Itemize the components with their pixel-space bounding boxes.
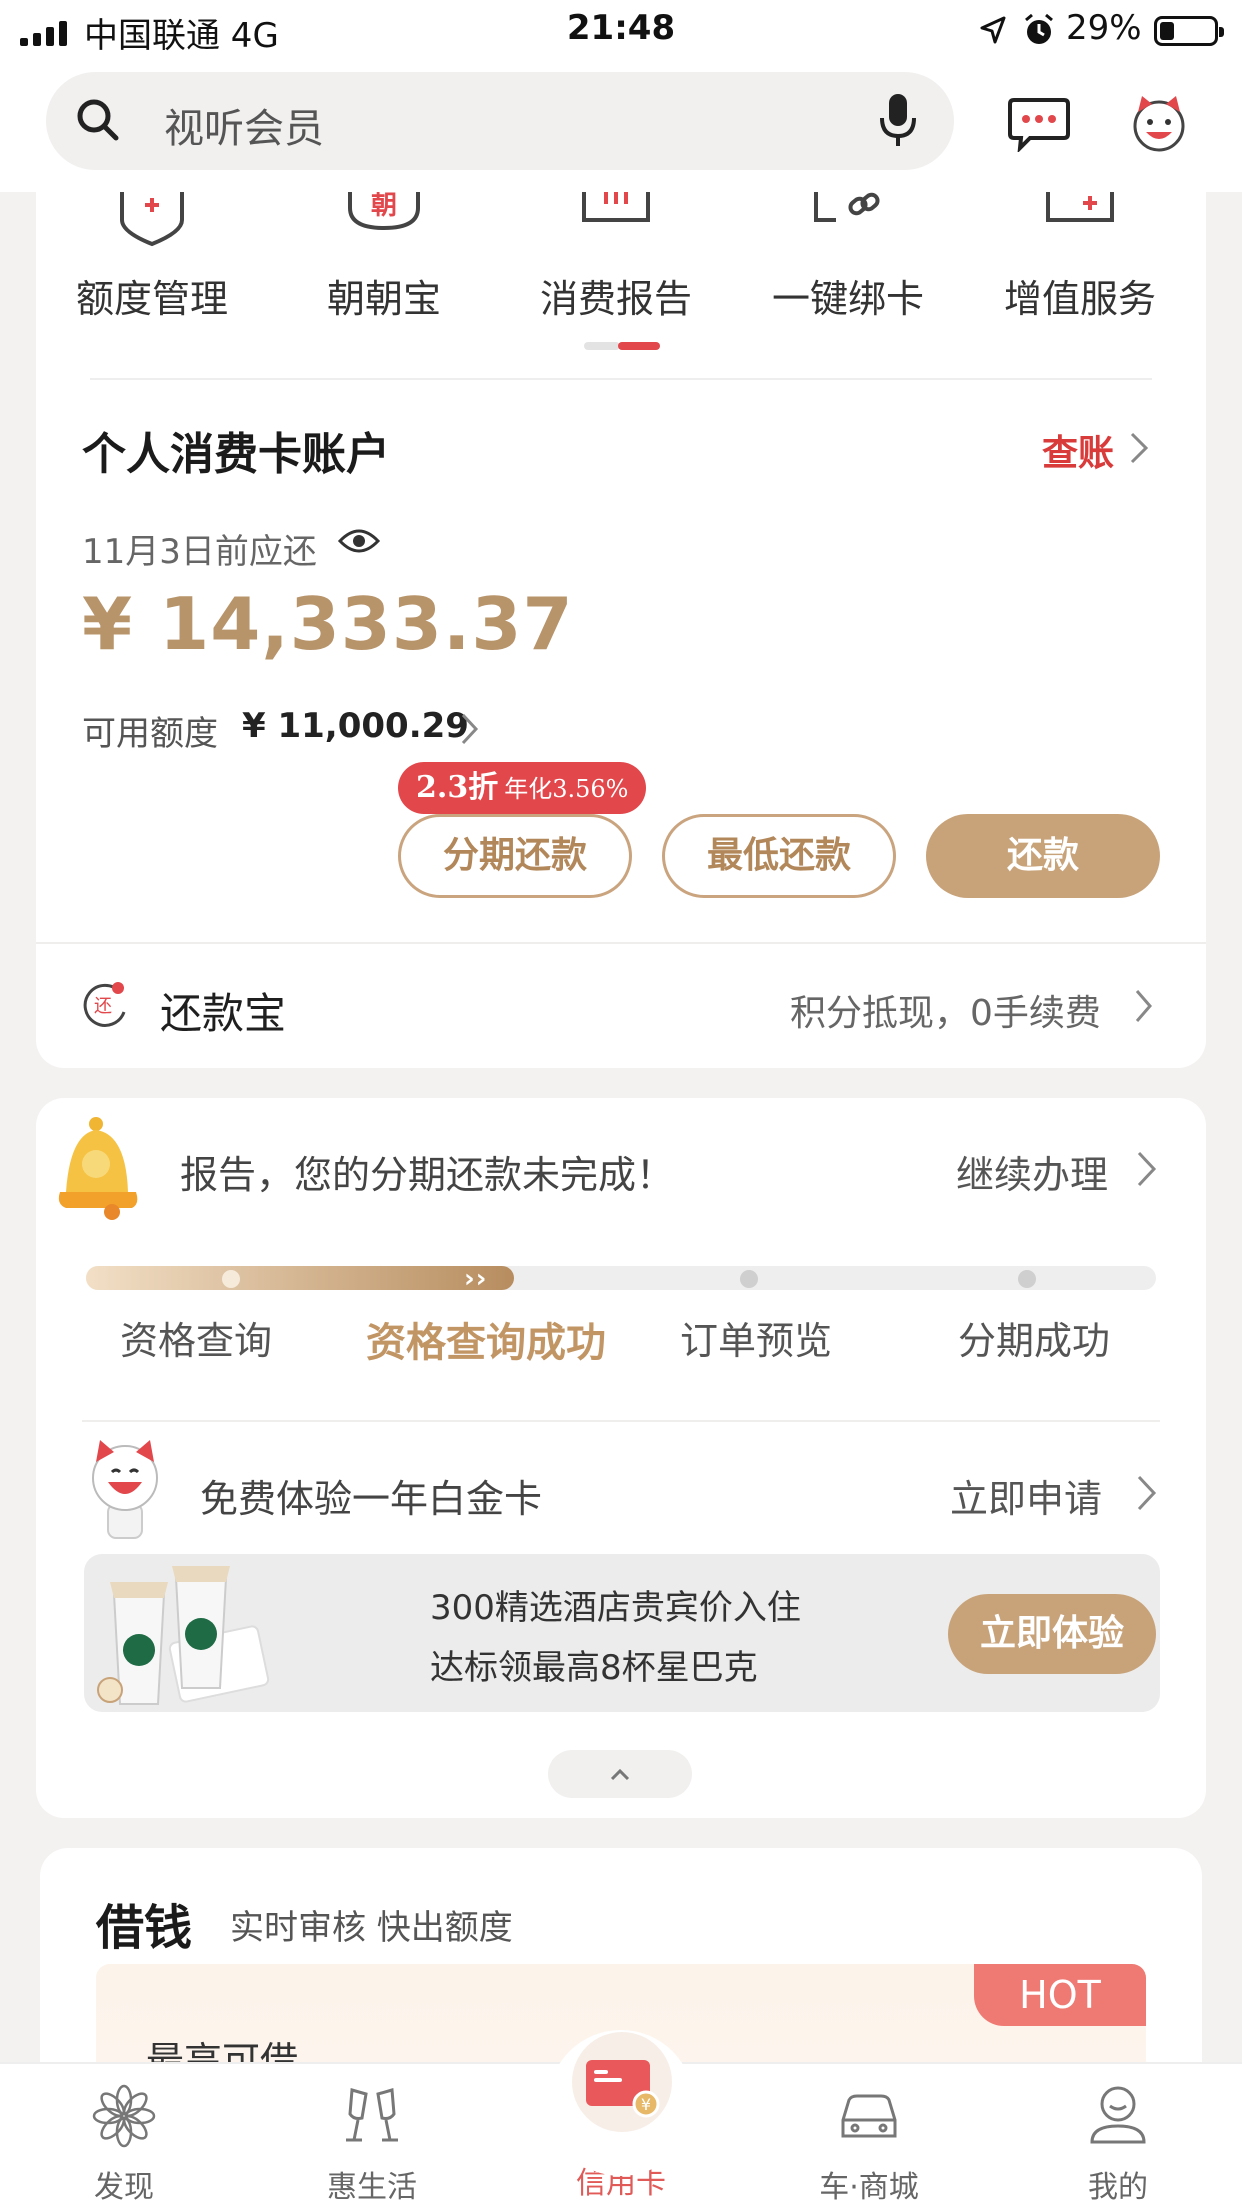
location-arrow-icon [980, 16, 1006, 44]
plus-box-icon [1046, 192, 1114, 222]
battery-percentage: 29% [1066, 8, 1142, 48]
try-now-button[interactable]: 立即体验 [948, 1594, 1156, 1674]
quick-item-label: 朝朝宝 [326, 277, 441, 321]
borrow-subtitle: 实时审核 快出额度 [230, 1908, 513, 1948]
minimum-repay-button[interactable]: 最低还款 [662, 814, 896, 898]
eye-icon[interactable] [338, 526, 380, 556]
car-icon [841, 2094, 897, 2138]
divider [82, 1420, 1160, 1422]
repay-treasure-icon: 还 [83, 982, 126, 1027]
shield-plus-icon [120, 192, 184, 247]
zhao-badge-icon: 朝 [348, 190, 420, 231]
search-icon [77, 99, 119, 141]
tab-label: 车·商城 [819, 2170, 919, 2205]
quick-item-zhaozhaobao[interactable]: 朝 朝朝宝 [268, 190, 500, 323]
repay-treasure-desc[interactable]: 积分抵现，0手续费 [790, 984, 1101, 1036]
step-installment-success: 分期成功 [957, 1319, 1110, 1363]
chevron-right-icon [1130, 432, 1149, 464]
banner-line-1: 300精选酒店贵宾价入住 [430, 1588, 801, 1628]
double-chevron-icon: › › [464, 1264, 487, 1294]
chevron-right-icon [1137, 1475, 1157, 1511]
account-title: 个人消费卡账户 [82, 429, 390, 480]
platinum-card-offer: 免费体验一年白金卡 [200, 1477, 543, 1521]
page-indicator [584, 342, 660, 350]
battery-icon [1154, 16, 1224, 46]
promo-banner[interactable]: 300精选酒店贵宾价入住 达标领最高8杯星巴克 立即体验 [84, 1554, 1160, 1712]
tab-mine[interactable]: 我的 [994, 2064, 1242, 2208]
repay-treasure-title[interactable]: 还款宝 [160, 980, 286, 1041]
hot-badge: HOT [974, 1964, 1146, 2026]
progress-dot [222, 1270, 240, 1288]
chevron-right-icon [461, 713, 479, 745]
continue-link[interactable]: 继续办理 [956, 1144, 1108, 1199]
report-icon [582, 192, 650, 222]
search-placeholder: 视听会员 [164, 106, 324, 152]
quick-item-report[interactable]: 消费报告 [500, 192, 732, 323]
installment-notice: 报告，您的分期还款未完成！ [180, 1153, 675, 1197]
banner-line-2: 达标领最高8杯星巴克 [430, 1648, 758, 1688]
chevron-right-icon [1135, 990, 1152, 1022]
installment-card: 报告，您的分期还款未完成！ 继续办理 › › 资格查询 资格查询成功 订单预览 … [36, 1098, 1206, 1818]
tab-label: 发现 [94, 2170, 154, 2205]
repay-treasure-icon-text: 还 [94, 996, 112, 1017]
coffee-cups-image [97, 1566, 270, 1705]
alarm-icon [1025, 13, 1053, 44]
chevron-right-icon [1137, 1151, 1157, 1187]
zhao-badge-text: 朝 [371, 192, 397, 221]
borrow-title: 借钱 [96, 1900, 193, 1956]
search-bar[interactable]: 视听会员 [46, 72, 954, 170]
microphone-icon[interactable] [876, 90, 920, 150]
message-icon[interactable] [1008, 96, 1070, 152]
step-order-preview: 订单预览 [679, 1319, 832, 1363]
installment-repay-button[interactable]: 分期还款 [398, 814, 632, 898]
cheers-glasses-icon [346, 2088, 398, 2142]
step-qualification-success: 资格查询成功 [366, 1320, 606, 1366]
progress-fill [86, 1266, 514, 1290]
promo-rate: 年化3.56% [504, 775, 629, 803]
due-date-text: 11月3日前应还 [82, 532, 317, 572]
collapse-button[interactable] [548, 1750, 692, 1798]
header: 视听会员 [0, 64, 1242, 192]
divider [90, 378, 1152, 380]
svg-text:¥: ¥ [641, 2095, 651, 2114]
avatar-icon[interactable] [1126, 90, 1192, 156]
tab-car-mall[interactable]: 车·商城 [745, 2064, 993, 2208]
repay-button[interactable]: 还款 [926, 814, 1160, 898]
profile-icon [1090, 2086, 1146, 2144]
status-bar: 中国联通 4G 21:48 29% [0, 0, 1242, 64]
step-qualification: 资格查询 [119, 1319, 272, 1363]
credit-card-icon[interactable]: ¥ [570, 2030, 674, 2134]
quick-item-vas[interactable]: 增值服务 [964, 192, 1196, 323]
chevron-up-icon [610, 1768, 630, 1781]
tab-label: 惠生活 [327, 2170, 417, 2205]
bell-icon [58, 1117, 138, 1220]
progress-dot [1018, 1270, 1036, 1288]
lucky-cat-icon [92, 1440, 158, 1539]
available-credit-label: 可用额度 [82, 714, 218, 754]
promo-badge: 2.3折 年化3.56% [398, 762, 647, 814]
bill-link[interactable]: 查账 [1042, 424, 1114, 476]
quick-item-quota[interactable]: 额度管理 [36, 192, 268, 323]
quick-item-bindcard[interactable]: 一键绑卡 [732, 192, 964, 323]
promo-discount: 2.3折 [416, 770, 499, 805]
apply-now-link[interactable]: 立即申请 [950, 1468, 1102, 1523]
tab-life[interactable]: 惠生活 [248, 2064, 496, 2208]
quick-item-label: 额度管理 [75, 277, 228, 321]
progress-dot [740, 1270, 758, 1288]
link-icon [814, 192, 880, 222]
amount-due: ¥ 14,333.37 [82, 582, 574, 666]
quick-item-label: 一键绑卡 [771, 277, 924, 321]
account-card: 额度管理 朝 朝朝宝 消费报告 一键绑卡 增值服务 个人消费卡账户 查账 11月… [36, 190, 1206, 1068]
quick-item-label: 增值服务 [1003, 277, 1156, 321]
quick-item-label: 消费报告 [539, 277, 692, 321]
discover-flower-icon [92, 2084, 156, 2148]
tab-discover[interactable]: 发现 [0, 2064, 248, 2208]
available-credit-value[interactable]: ¥ 11,000.29 [242, 706, 469, 746]
tab-label: 我的 [1088, 2170, 1148, 2205]
divider [36, 942, 1206, 944]
